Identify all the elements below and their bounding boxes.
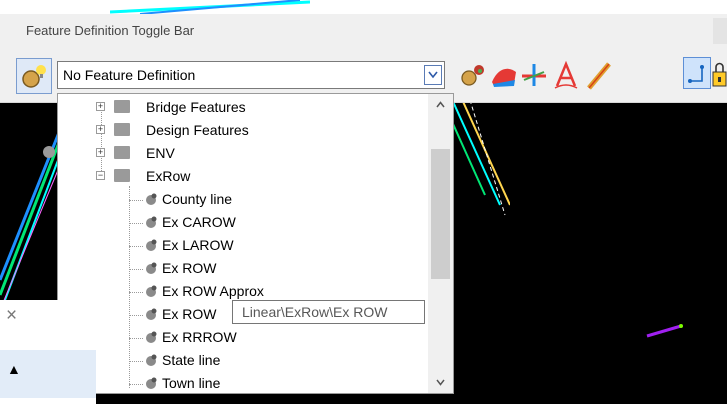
tree-item-label: Town line	[162, 375, 221, 391]
tree-folder-label: ENV	[146, 145, 175, 161]
tree-folder-bridge-features[interactable]: + Bridge Features	[96, 97, 416, 119]
expand-icon[interactable]: +	[96, 102, 105, 111]
active-snap-button[interactable]	[683, 57, 711, 89]
folder-icon	[114, 100, 130, 113]
expand-icon[interactable]: +	[96, 148, 105, 157]
tree-connector	[129, 361, 143, 362]
tree-item-label: Ex ROW	[162, 306, 217, 322]
feature-definition-icon	[146, 216, 157, 228]
tree-item-ex-carow[interactable]: Ex CAROW	[128, 212, 418, 234]
folder-icon	[114, 146, 130, 159]
feature-definition-icon	[146, 354, 157, 366]
tree-item-ex-rrrow[interactable]: Ex RRROW	[128, 327, 418, 349]
close-icon[interactable]: ×	[6, 305, 17, 327]
side-panel-window: × ▲	[0, 300, 96, 404]
corridor-icon[interactable]	[520, 60, 548, 90]
chevron-up-icon	[436, 101, 445, 108]
folder-icon	[114, 123, 130, 136]
feature-definition-combo[interactable]: No Feature Definition	[57, 61, 445, 89]
cad-linework-left	[0, 129, 60, 310]
tree-item-label: Ex ROW	[162, 260, 217, 276]
tree-item-county-line[interactable]: County line	[128, 189, 418, 211]
chevron-down-icon	[436, 379, 445, 386]
folder-icon	[114, 169, 130, 182]
feature-definition-icon	[146, 262, 157, 274]
feature-definition-icon	[22, 65, 46, 88]
tree-item-label: Ex LAROW	[162, 237, 234, 253]
tree-connector	[129, 269, 143, 270]
scroll-up-button[interactable]	[428, 94, 453, 116]
lock-icon[interactable]	[712, 60, 727, 90]
feature-definition-button[interactable]	[16, 58, 52, 94]
tree-connector	[129, 223, 143, 224]
scroll-thumb[interactable]	[431, 149, 450, 279]
feature-definition-icon	[146, 193, 157, 205]
expand-icon[interactable]: +	[96, 125, 105, 134]
tooltip: Linear\ExRow\Ex ROW	[232, 300, 425, 324]
tree-item-label: State line	[162, 352, 221, 368]
feature-definition-icon	[146, 285, 157, 297]
tree-folder-env[interactable]: + ENV	[96, 143, 416, 165]
feature-definition-icon	[146, 239, 157, 251]
terrain-icon[interactable]	[490, 60, 518, 90]
tree-item-label: Ex RRROW	[162, 329, 237, 345]
combo-value: No Feature Definition	[63, 67, 196, 83]
active-snap-icon	[688, 65, 704, 83]
tree-connector	[129, 384, 143, 385]
chevron-up-icon: ▲	[7, 361, 21, 377]
tree-folder-design-features[interactable]: + Design Features	[96, 120, 416, 142]
tree-item-ex-larow[interactable]: Ex LAROW	[128, 235, 418, 257]
feature-definition-icon	[146, 308, 157, 320]
tree-connector	[129, 200, 143, 201]
tree-scrollbar[interactable]	[428, 94, 453, 393]
tree-item-town-line[interactable]: Town line	[128, 373, 418, 395]
tree-folder-label: Bridge Features	[146, 99, 246, 115]
text-icon[interactable]	[552, 60, 580, 90]
combo-dropdown-button[interactable]	[424, 65, 442, 85]
tree-folder-label: ExRow	[146, 168, 191, 184]
tree-connector	[129, 338, 143, 339]
linear-template-icon[interactable]	[585, 60, 613, 90]
feature-lock-icon[interactable]	[458, 60, 486, 90]
scroll-down-button[interactable]	[428, 372, 453, 394]
top-strip	[0, 0, 727, 14]
tree-folder-label: Design Features	[146, 122, 249, 138]
tree-connector	[129, 246, 143, 247]
cad-linework-top	[110, 0, 310, 14]
feature-definition-tree-dropdown[interactable]: + Bridge Features + Design Features + EN…	[57, 93, 454, 394]
tree-item-label: Ex ROW Approx	[162, 283, 264, 299]
window-title: Feature Definition Toggle Bar	[26, 23, 195, 38]
tree-item-label: County line	[162, 191, 233, 207]
tree-item-ex-row[interactable]: Ex ROW	[128, 258, 418, 280]
cad-linework-small	[646, 324, 683, 338]
feature-definition-icon	[146, 377, 157, 389]
cad-node	[43, 146, 55, 158]
feature-definition-icon	[146, 331, 157, 343]
tooltip-text: Linear\ExRow\Ex ROW	[242, 304, 388, 320]
tree-item-label: Ex CAROW	[162, 214, 236, 230]
collapse-section-button[interactable]: ▲	[0, 350, 96, 398]
tree-folder-exrow[interactable]: − ExRow	[96, 166, 416, 188]
collapse-icon[interactable]: −	[96, 171, 105, 180]
chevron-down-icon	[428, 71, 438, 79]
window-control-button[interactable]	[713, 18, 727, 44]
tree-connector	[129, 292, 143, 293]
tree-connector	[129, 315, 143, 316]
tree-item-state-line[interactable]: State line	[128, 350, 418, 372]
